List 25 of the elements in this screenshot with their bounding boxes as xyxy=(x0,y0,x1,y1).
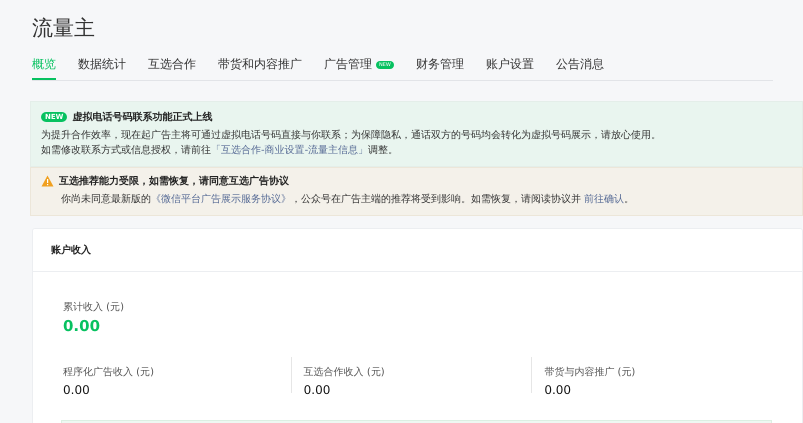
notice-text: 你尚未同意最新版的《微信平台广告展示服务协议》，公众号在广告主端的推荐将受到影响。如需恢复，请阅读协议并 前往确认。 xyxy=(60,192,636,207)
warning-icon xyxy=(41,175,54,187)
stat-label: 互选合作收入 (元) xyxy=(304,366,386,379)
nav-tab[interactable]: 数据统计 xyxy=(78,56,126,80)
nav-tab[interactable]: 财务管理 xyxy=(416,56,464,80)
nav-tab[interactable]: 账户设置 xyxy=(486,56,534,80)
stat-value: 0.00 xyxy=(304,383,332,397)
nav-tab[interactable]: 互选合作 xyxy=(148,56,196,80)
stat-label: 带货与内容推广 (元) xyxy=(544,366,636,379)
nav-tab[interactable]: 公告消息 xyxy=(556,56,604,80)
notice-link[interactable]: 《微信平台广告展示服务协议》 xyxy=(151,194,291,205)
nav-tab[interactable]: 带货和内容推广 xyxy=(218,56,302,80)
stat-value: 0.00 xyxy=(63,383,91,397)
stat-value: 0.00 xyxy=(63,317,102,335)
stat-value: 0.00 xyxy=(544,383,572,397)
notice-link[interactable]: 「互选合作-商业设置-流量主信息」 xyxy=(211,145,368,156)
notice-text: 如需修改联系方式或信息授权，请前往「互选合作-商业设置-流量主信息」调整。 xyxy=(41,144,400,158)
page-title: 流量主 xyxy=(32,15,96,42)
notice-title: 虚拟电话号码联系功能正式上线 xyxy=(72,110,212,124)
notice-title: 互选推荐能力受限，如需恢复，请同意互选广告协议 xyxy=(59,174,289,188)
notice-link[interactable]: 前往确认 xyxy=(584,194,624,205)
stat-label: 程序化广告收入 (元) xyxy=(63,366,155,379)
card-heading: 账户收入 xyxy=(33,229,802,272)
notice-text: 为提升合作效率，现在起广告主将可通过虚拟电话号码直接与你联系；为保障隐私，通话双方的号码均会转化为虚拟号码展示，请放心使用。 xyxy=(41,128,662,143)
stat-label: 累计收入 (元) xyxy=(63,300,125,314)
